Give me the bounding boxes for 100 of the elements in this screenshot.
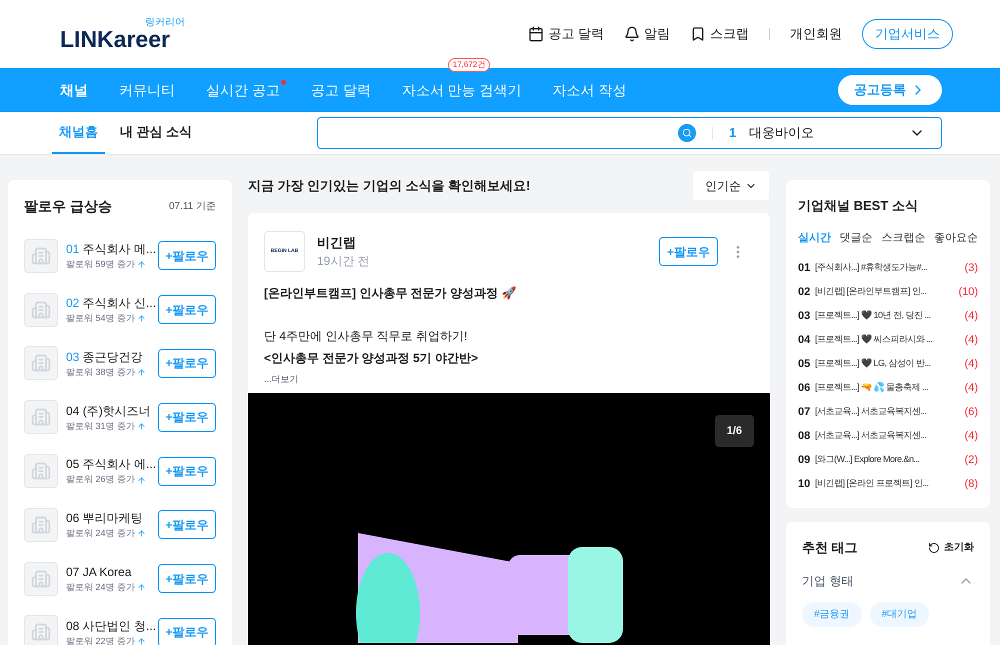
follower-increase: 팔로워 38명 증가 bbox=[66, 366, 136, 379]
rank-number: 07 bbox=[798, 404, 812, 420]
company-logo-placeholder bbox=[24, 454, 58, 488]
member-link[interactable]: 개인회원 bbox=[790, 24, 842, 44]
comment-count: (4) bbox=[964, 308, 978, 324]
rank-number: 02 bbox=[66, 296, 80, 310]
sort-dropdown[interactable]: 인기순 bbox=[692, 170, 770, 201]
card-title: 팔로우 급상승 bbox=[24, 197, 112, 216]
company-logo-placeholder bbox=[24, 238, 58, 273]
up-arrow-icon bbox=[137, 583, 146, 592]
reset-icon bbox=[928, 542, 940, 554]
feed-heading: 지금 가장 인기있는 기업의 소식을 확인해보세요! bbox=[248, 176, 530, 195]
image-counter: 1/6 bbox=[714, 414, 754, 447]
reset-button[interactable]: 초기화 bbox=[928, 540, 974, 556]
rank-number: 08 bbox=[66, 618, 80, 633]
news-link[interactable]: [서초교육...] 서초교육복지센... bbox=[815, 429, 963, 443]
date-label: 07.11 기준 bbox=[168, 200, 216, 214]
comment-count: (6) bbox=[964, 404, 978, 420]
comment-count: (4) bbox=[964, 332, 978, 348]
follower-increase: 팔로워 24명 증가 bbox=[66, 580, 136, 594]
follower-increase: 팔로워 22명 증가 bbox=[66, 634, 136, 645]
sort-tab[interactable]: 댓글순 bbox=[840, 230, 873, 246]
rank-number: 03 bbox=[66, 350, 80, 364]
rank-number: 05 bbox=[798, 356, 812, 372]
news-link[interactable]: [프로젝트...] 🔫 💦 물총축제 ... bbox=[815, 381, 963, 395]
company-logo-placeholder bbox=[24, 346, 58, 380]
header-link[interactable]: 공고 달력 bbox=[528, 24, 604, 44]
rank-number: 09 bbox=[798, 452, 812, 468]
news-link[interactable]: [와그(W...] Explore More.&n... bbox=[815, 453, 963, 467]
comment-count: (4) bbox=[964, 380, 978, 396]
more-link[interactable]: ...더보기 bbox=[264, 373, 754, 386]
company-name[interactable]: 주식회사 메... bbox=[82, 242, 156, 256]
trending-keyword[interactable]: 대웅바이오 bbox=[749, 123, 909, 143]
up-arrow-icon bbox=[137, 476, 146, 485]
company-name[interactable]: JA Korea bbox=[82, 564, 132, 579]
rank-number: 04 bbox=[66, 404, 80, 418]
company-name[interactable]: 뿌리마케팅 bbox=[82, 511, 143, 526]
follower-increase: 팔로워 59명 증가 bbox=[66, 258, 136, 272]
follower-increase: 팔로워 26명 증가 bbox=[66, 473, 136, 486]
news-link[interactable]: [프로젝트...] 🖤 10년 전, 당진 ... bbox=[815, 309, 963, 323]
comment-count: (8) bbox=[964, 476, 978, 492]
news-link[interactable]: [서초교육...] 서초교육복지센... bbox=[815, 405, 963, 419]
news-link[interactable]: [비긴랩] [온라인부트캠프] 인... bbox=[815, 285, 956, 299]
bookmark-icon bbox=[690, 26, 706, 42]
rank-number: 01 bbox=[798, 260, 812, 276]
comment-count: (2) bbox=[964, 452, 978, 468]
comment-count: (10) bbox=[958, 284, 978, 300]
header-link[interactable]: 알림 bbox=[624, 24, 670, 44]
sort-tab[interactable]: 스크랩순 bbox=[881, 230, 926, 246]
post-subtitle: <인사총무 전문가 양성과정 5기 야간반> bbox=[264, 350, 480, 367]
up-arrow-icon bbox=[137, 422, 146, 431]
company-name[interactable]: 주식회사 에... bbox=[82, 457, 156, 472]
comment-count: (4) bbox=[964, 356, 978, 372]
rank-number: 06 bbox=[66, 511, 80, 526]
comment-count: (4) bbox=[964, 428, 978, 444]
up-arrow-icon bbox=[137, 260, 146, 270]
news-link[interactable]: [주식회사...] #휴학생도가능#... bbox=[815, 261, 963, 275]
rank-number: 02 bbox=[798, 284, 812, 300]
news-link[interactable]: [프로젝트...] 🖤 LG, 삼성이 반... bbox=[815, 357, 963, 371]
search-field[interactable]: 1 대웅바이오 bbox=[317, 117, 942, 149]
company-name[interactable]: 비긴랩 bbox=[317, 232, 370, 252]
trending-rank: 1 bbox=[729, 124, 738, 142]
company-logo-placeholder bbox=[24, 400, 58, 434]
logo-caption: 링커리어 bbox=[145, 18, 185, 28]
rank-number: 05 bbox=[66, 457, 80, 472]
rank-number: 10 bbox=[798, 476, 812, 492]
card-title: 기업채널 BEST 소식 bbox=[798, 197, 919, 215]
rank-number: 08 bbox=[798, 428, 812, 444]
company-name[interactable]: 사단법인 청... bbox=[82, 618, 156, 633]
up-arrow-icon bbox=[137, 314, 146, 324]
bell-icon bbox=[624, 26, 640, 42]
news-link[interactable]: [프로젝트...] 🖤 씨스피라시와 ... bbox=[815, 333, 963, 347]
company-name[interactable]: 종근당건강 bbox=[82, 350, 143, 364]
up-arrow-icon bbox=[137, 368, 146, 377]
up-arrow-icon bbox=[137, 529, 146, 538]
card-title: 추천 태그 bbox=[802, 539, 858, 557]
company-name[interactable]: (주)핫시즈너 bbox=[82, 404, 151, 418]
logo[interactable]: LINKareer bbox=[60, 28, 170, 50]
rank-number: 04 bbox=[798, 332, 812, 348]
follower-increase: 팔로워 31명 증가 bbox=[66, 420, 136, 433]
tag-group-label: 기업 형태 bbox=[802, 572, 854, 590]
channel-tab[interactable]: 내 관심 소식 bbox=[113, 112, 200, 154]
search-icon[interactable] bbox=[678, 124, 696, 142]
follower-increase: 팔로워 24명 증가 bbox=[66, 527, 136, 540]
comment-count: (3) bbox=[964, 260, 978, 276]
calendar-icon bbox=[528, 26, 544, 42]
up-arrow-icon bbox=[137, 636, 146, 645]
rank-number: 03 bbox=[798, 308, 812, 324]
follower-increase: 팔로워 54명 증가 bbox=[66, 312, 136, 325]
rank-number: 06 bbox=[798, 380, 812, 396]
company-logo-placeholder bbox=[24, 562, 58, 596]
post-title: [온라인부트캠프] 인사총무 전문가 양성과정 🚀 bbox=[264, 285, 518, 302]
post-text: 단 4주만에 인사총무 직무로 취업하기! bbox=[264, 328, 468, 345]
company-logo-placeholder bbox=[24, 292, 58, 327]
sort-tab[interactable]: 좋아요순 bbox=[934, 230, 978, 246]
post-time: 19시간 전 bbox=[317, 253, 370, 270]
header-link[interactable]: 스크랩 bbox=[690, 24, 749, 44]
news-link[interactable]: [비긴랩] [온라인 프로젝트] 인... bbox=[815, 477, 963, 491]
rank-number: 01 bbox=[66, 242, 80, 256]
company-name[interactable]: 주식회사 신... bbox=[82, 296, 156, 310]
